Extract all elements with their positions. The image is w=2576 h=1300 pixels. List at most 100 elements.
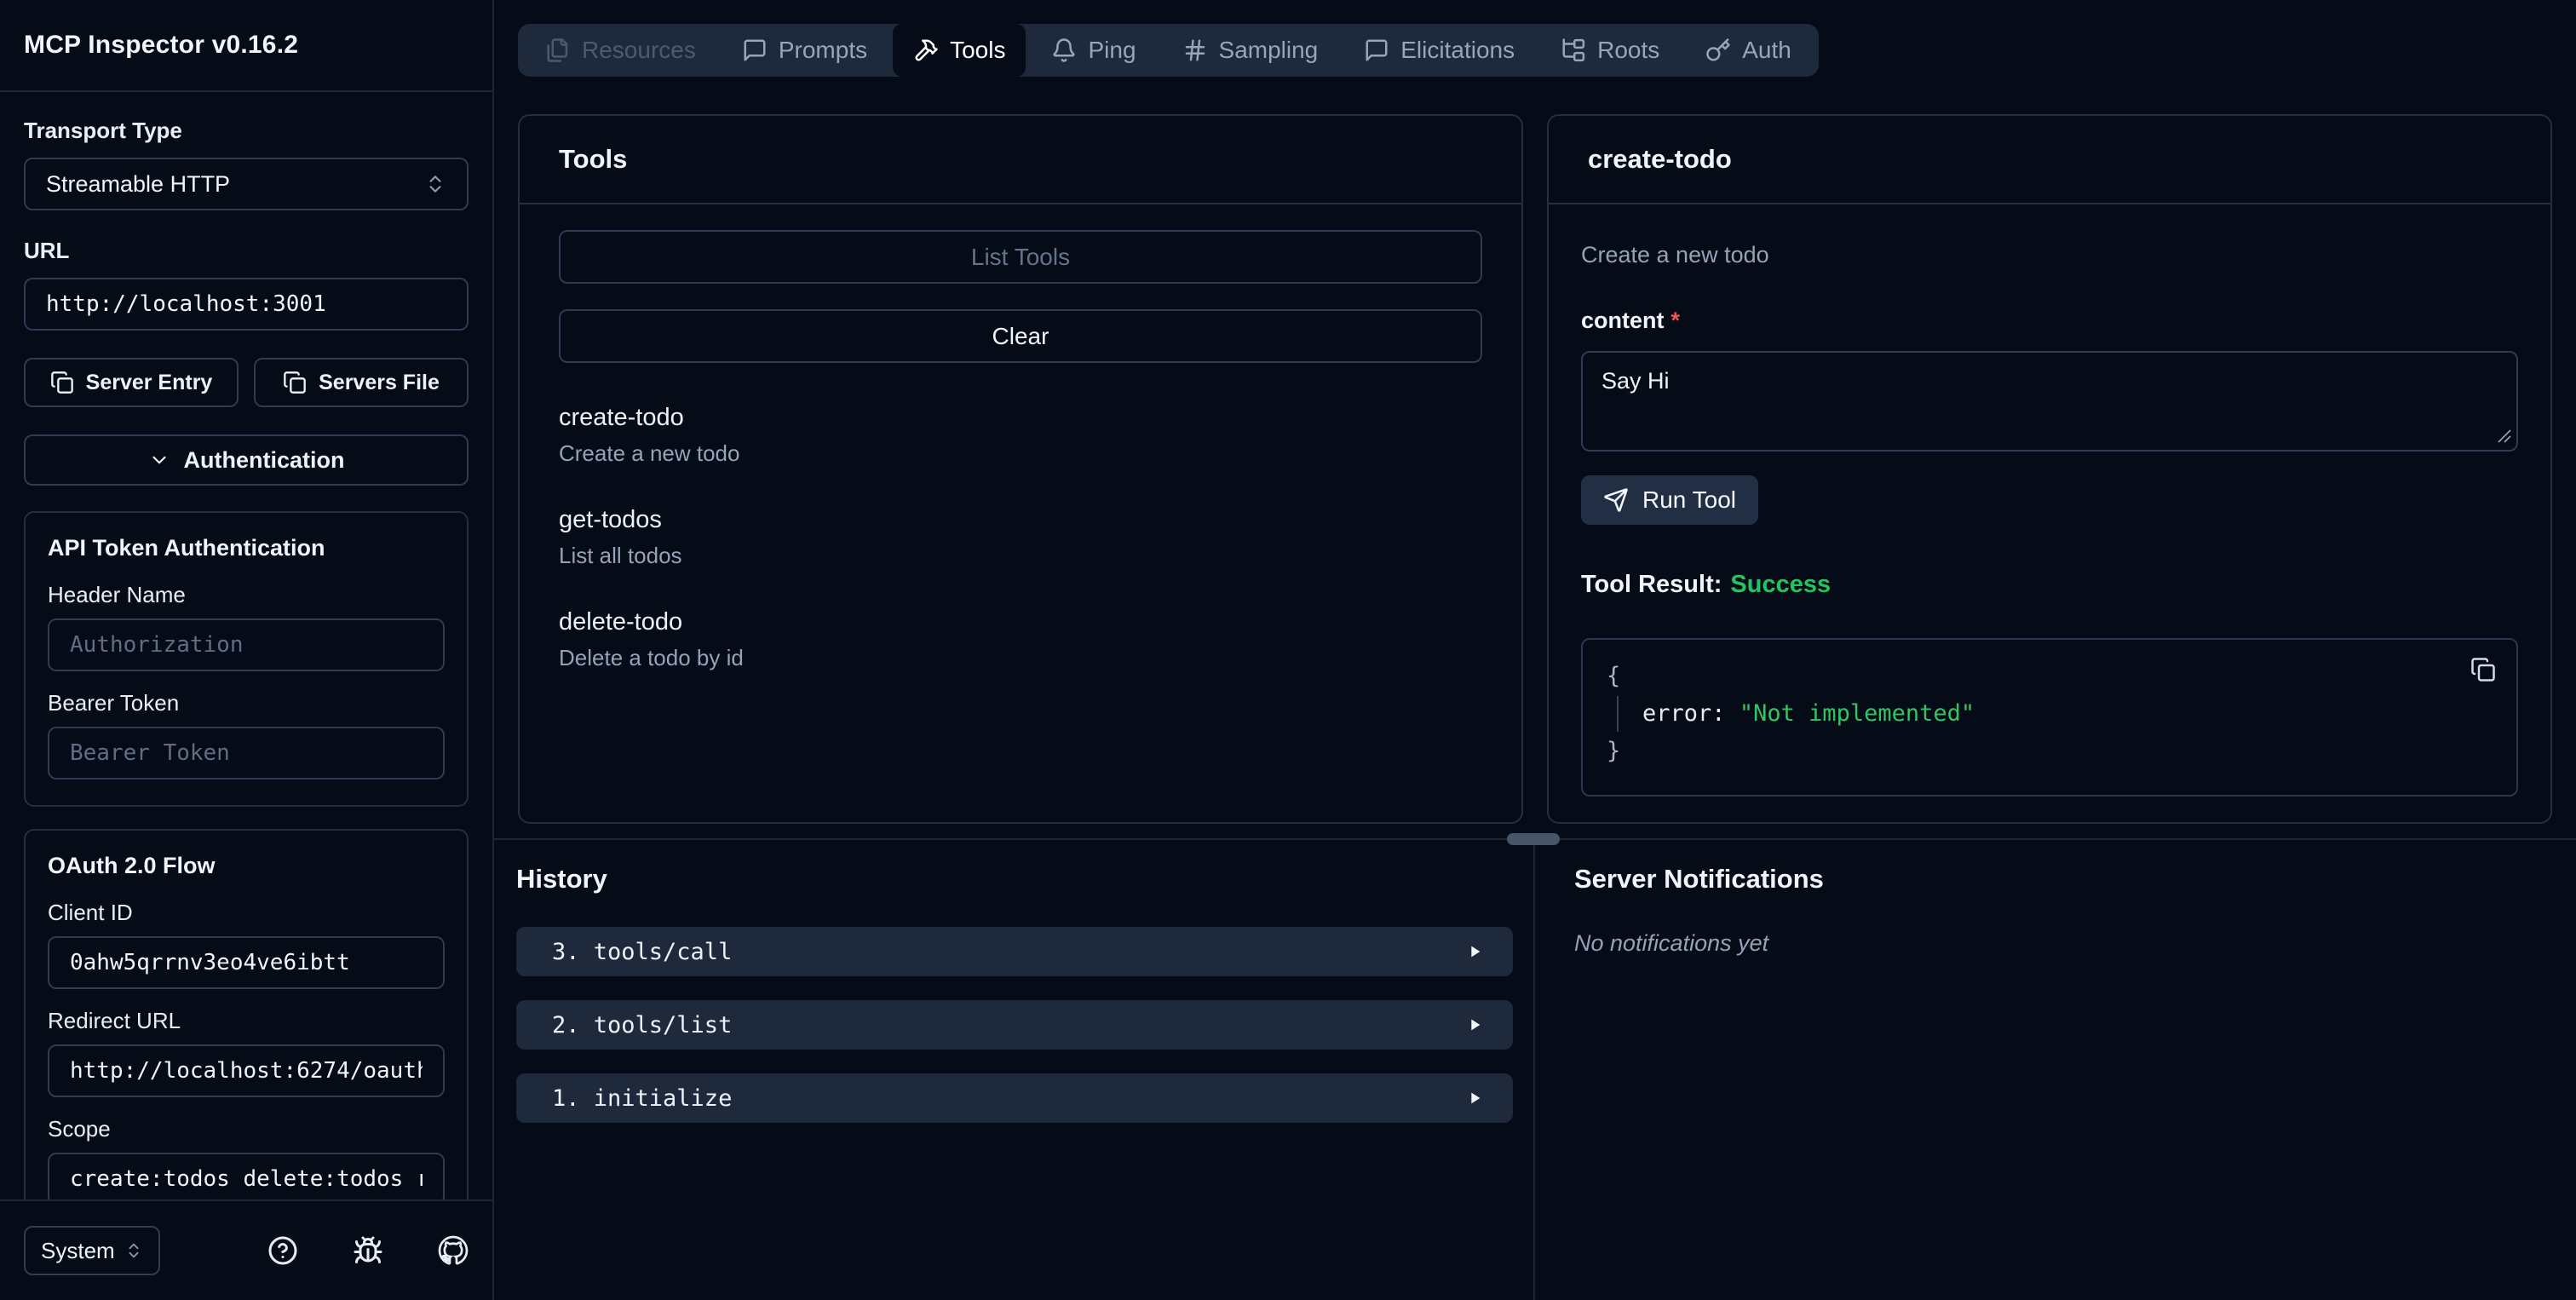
main-area: Resources Prompts Tools Ping Sampling El… <box>494 0 2576 1300</box>
tools-panel-title: Tools <box>559 144 628 174</box>
history-title: History <box>516 864 607 894</box>
send-icon <box>1603 487 1629 513</box>
hash-icon <box>1182 37 1208 63</box>
content-field-label: content * <box>1581 308 2518 334</box>
github-icon[interactable] <box>438 1235 469 1266</box>
history-item-tools-call[interactable]: 3. tools/call <box>516 927 1513 976</box>
tab-auth[interactable]: Auth <box>1685 31 1812 70</box>
scope-input[interactable] <box>48 1153 445 1199</box>
scope-group: Scope <box>48 1116 445 1199</box>
tool-list-item-get-todos[interactable]: get-todos List all todos <box>559 506 1482 569</box>
help-icon[interactable] <box>267 1235 298 1266</box>
sidebar-footer: System <box>0 1199 492 1300</box>
tab-elicitations[interactable]: Elicitations <box>1343 31 1535 70</box>
tools-panel: Tools List Tools Clear create-todo Creat… <box>518 114 1523 824</box>
folder-tree-icon <box>1561 37 1586 63</box>
copy-icon <box>50 371 74 394</box>
tab-tools[interactable]: Tools <box>893 24 1026 77</box>
client-id-label: Client ID <box>48 900 133 925</box>
theme-select-value: System <box>41 1237 115 1263</box>
message-square-icon <box>1364 37 1389 63</box>
selected-tool-body: Create a new todo content * Say Hi Run T… <box>1549 204 2550 822</box>
authentication-toggle-label: Authentication <box>183 446 345 473</box>
tool-name: delete-todo <box>559 608 683 636</box>
content-field-input[interactable]: Say Hi <box>1581 351 2518 452</box>
servers-file-label: Servers File <box>319 370 440 394</box>
scope-label: Scope <box>48 1116 111 1142</box>
tab-label: Auth <box>1742 37 1791 63</box>
bearer-token-input[interactable] <box>48 727 445 779</box>
history-list: 3. tools/call 2. tools/list 1. initializ… <box>516 927 1513 1123</box>
tab-prompts[interactable]: Prompts <box>722 31 888 70</box>
oauth-flow-card: OAuth 2.0 Flow Client ID Redirect URL Sc… <box>24 829 469 1199</box>
top-section: Resources Prompts Tools Ping Sampling El… <box>494 0 2576 838</box>
horizontal-split-divider <box>494 833 2576 845</box>
tab-label: Elicitations <box>1400 37 1515 63</box>
selected-tool-panel: create-todo Create a new todo content * S… <box>1547 114 2552 824</box>
api-token-auth-card: API Token Authentication Header Name Bea… <box>24 511 469 807</box>
required-asterisk: * <box>1670 308 1681 333</box>
tool-list-item-delete-todo[interactable]: delete-todo Delete a todo by id <box>559 608 1482 671</box>
transport-type-value: Streamable HTTP <box>46 170 231 197</box>
tool-result-label: Tool Result: <box>1581 571 1722 598</box>
split-drag-handle[interactable] <box>1507 833 1560 845</box>
header-name-input[interactable] <box>48 618 445 671</box>
authentication-toggle[interactable]: Authentication <box>24 434 469 486</box>
tab-label: Tools <box>950 37 1006 63</box>
server-entry-button[interactable]: Server Entry <box>24 358 239 407</box>
selected-tool-description: Create a new todo <box>1581 242 1769 267</box>
history-item-label: 3. tools/call <box>552 938 733 965</box>
app-header: MCP Inspector v0.16.2 <box>0 0 492 92</box>
bearer-token-label: Bearer Token <box>48 690 180 716</box>
servers-file-button[interactable]: Servers File <box>254 358 469 407</box>
server-entry-label: Server Entry <box>85 370 213 394</box>
tab-label: Roots <box>1597 37 1660 63</box>
tool-name: get-todos <box>559 506 662 533</box>
redirect-url-input[interactable] <box>48 1044 445 1097</box>
transport-type-label: Transport Type <box>24 118 182 143</box>
app-title: MCP Inspector v0.16.2 <box>24 31 299 59</box>
content-field-label-text: content <box>1581 308 1665 333</box>
expand-triangle-icon <box>1465 1015 1484 1034</box>
tab-label: Ping <box>1088 37 1136 63</box>
history-item-label: 1. initialize <box>552 1084 733 1112</box>
content-field-wrap: Say Hi <box>1581 351 2518 452</box>
expand-triangle-icon <box>1465 1089 1484 1107</box>
server-notifications-title: Server Notifications <box>1574 864 1824 894</box>
tab-resources[interactable]: Resources <box>525 31 716 70</box>
tab-roots[interactable]: Roots <box>1540 31 1680 70</box>
copy-result-icon[interactable] <box>2470 657 2496 682</box>
url-input[interactable] <box>24 278 469 331</box>
theme-select[interactable]: System <box>24 1226 160 1275</box>
result-json-block: { error: "Not implemented" } <box>1581 638 2518 797</box>
bug-report-icon[interactable] <box>353 1235 383 1266</box>
chevrons-up-down-icon <box>124 1241 143 1260</box>
json-key: error: <box>1642 700 1726 727</box>
transport-type-select[interactable]: Streamable HTTP <box>24 158 469 210</box>
redirect-url-label: Redirect URL <box>48 1008 181 1033</box>
url-group: URL <box>24 238 469 331</box>
tool-list-item-create-todo[interactable]: create-todo Create a new todo <box>559 404 1482 467</box>
copy-icon <box>283 371 307 394</box>
tab-ping[interactable]: Ping <box>1031 31 1156 70</box>
run-tool-button[interactable]: Run Tool <box>1581 475 1759 525</box>
list-tools-button[interactable]: List Tools <box>559 230 1482 284</box>
chevron-down-icon <box>148 449 170 471</box>
tab-label: Prompts <box>778 37 868 63</box>
bell-icon <box>1051 37 1077 63</box>
history-panel: History 3. tools/call 2. tools/list 1. i… <box>494 840 1533 1300</box>
clear-tools-button[interactable]: Clear <box>559 309 1482 363</box>
history-item-tools-list[interactable]: 2. tools/list <box>516 1000 1513 1050</box>
tool-result-line: Tool Result: Success <box>1581 571 2518 599</box>
client-id-input[interactable] <box>48 936 445 989</box>
tab-bar: Resources Prompts Tools Ping Sampling El… <box>518 24 1819 77</box>
json-open-brace: { <box>1607 663 1621 689</box>
tab-sampling[interactable]: Sampling <box>1162 31 1339 70</box>
tab-label: Resources <box>582 37 696 63</box>
tool-description: Delete a todo by id <box>559 645 744 670</box>
tab-label: Sampling <box>1218 37 1319 63</box>
copy-config-row: Server Entry Servers File <box>24 358 469 407</box>
panels-row: Tools List Tools Clear create-todo Creat… <box>518 114 2552 893</box>
json-value: "Not implemented" <box>1739 700 1975 727</box>
history-item-initialize[interactable]: 1. initialize <box>516 1073 1513 1123</box>
